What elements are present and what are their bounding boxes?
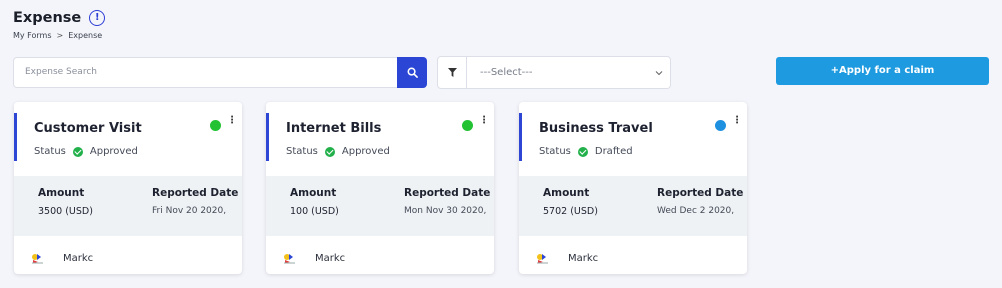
filter-button[interactable] [437,56,467,89]
title-row: Expense ! [13,10,106,26]
card-title[interactable]: Customer Visit [34,121,142,136]
amount-section: Amount 5702 (USD) Reported Date Wed Dec … [519,176,747,236]
page-title: Expense [13,10,82,26]
expense-search-input[interactable]: Expense Search [13,57,397,88]
amount-section: Amount 3500 (USD) Reported Date Fri Nov … [14,176,242,236]
breadcrumb-my-forms[interactable]: My Forms [13,31,52,40]
check-circle-icon [577,146,588,157]
status-row: Status Approved [286,146,390,157]
breadcrumb-expense: Expense [68,31,103,40]
status-label: Status [34,146,66,157]
status-dot [715,120,726,131]
amount-value: 3500 (USD) [38,206,93,217]
filter-select-value: ---Select--- [480,67,533,78]
status-label: Status [286,146,318,157]
card-user: Markc [535,252,598,264]
user-name: Markc [568,252,599,264]
user-name: Markc [315,252,346,264]
expense-card[interactable]: Business Travel ⋮ Status Drafted Amount … [519,102,747,274]
company-logo-icon [32,254,43,264]
reported-date-value: Mon Nov 30 2020, [404,206,487,216]
reported-date-label: Reported Date [404,187,491,199]
amount-value: 5702 (USD) [543,206,598,217]
page-header: Expense ! My Forms > Expense [13,10,106,40]
breadcrumb: My Forms > Expense [13,31,105,40]
status-label: Status [539,146,571,157]
company-logo-icon [537,254,548,264]
amount-label: Amount [543,187,590,199]
filter-icon [447,68,457,77]
card-title[interactable]: Business Travel [539,121,653,136]
reported-date-label: Reported Date [657,187,744,199]
amount-section: Amount 100 (USD) Reported Date Mon Nov 3… [266,176,494,236]
reported-date-label: Reported Date [152,187,239,199]
status-value: Approved [341,146,390,157]
check-circle-icon [72,146,83,157]
company-logo-icon [284,254,295,264]
status-value: Drafted [594,146,633,157]
expense-card[interactable]: Customer Visit ⋮ Status Approved Amount … [14,102,242,274]
status-row: Status Drafted [539,146,633,157]
status-dot [462,120,473,131]
expense-card[interactable]: Internet Bills ⋮ Status Approved Amount … [266,102,494,274]
card-title[interactable]: Internet Bills [286,121,381,136]
toolbar: Expense Search ---Select--- +Apply for a… [13,56,989,90]
card-accent-bar [266,113,269,161]
breadcrumb-separator: > [56,31,64,40]
reported-date-value: Fri Nov 20 2020, [152,206,227,216]
more-options-icon[interactable]: ⋮ [479,116,489,126]
card-user: Markc [282,252,345,264]
amount-label: Amount [290,187,337,199]
apply-for-claim-button[interactable]: +Apply for a claim [776,57,989,85]
card-user: Markc [30,252,93,264]
card-accent-bar [14,113,17,161]
user-name: Markc [63,252,94,264]
more-options-icon[interactable]: ⋮ [227,116,237,126]
search-button[interactable] [397,57,427,88]
check-circle-icon [324,146,335,157]
status-row: Status Approved [34,146,138,157]
amount-value: 100 (USD) [290,206,339,217]
reported-date-value: Wed Dec 2 2020, [657,206,735,216]
chevron-down-icon [655,71,663,76]
status-value: Approved [89,146,138,157]
amount-label: Amount [38,187,85,199]
info-icon[interactable]: ! [89,10,106,26]
card-accent-bar [519,113,522,161]
more-options-icon[interactable]: ⋮ [732,116,742,126]
filter-select[interactable]: ---Select--- [467,56,671,89]
search-icon [407,67,418,78]
status-dot [210,120,221,131]
